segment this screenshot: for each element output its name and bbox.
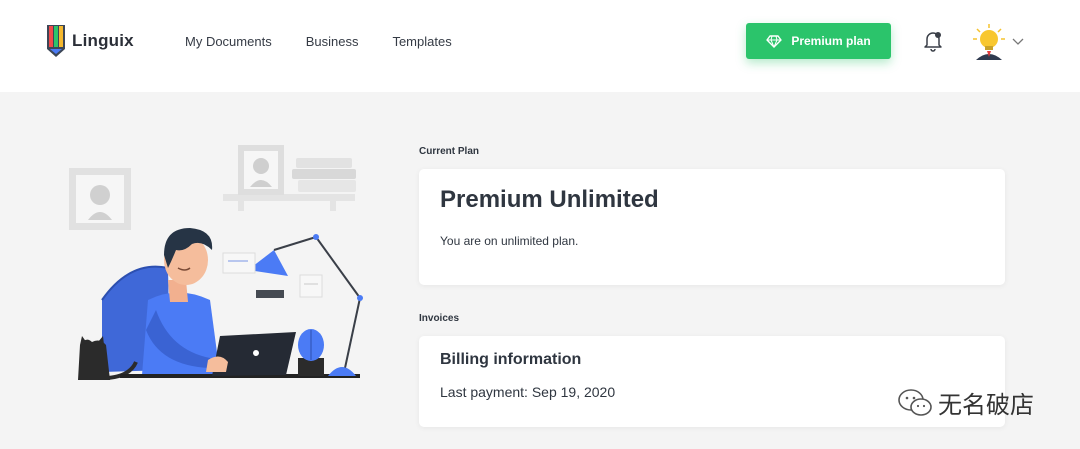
bell-icon[interactable] <box>923 30 943 52</box>
diamond-icon <box>766 34 783 48</box>
watermark: 无名破店 <box>898 385 1034 420</box>
nav-business[interactable]: Business <box>306 34 359 49</box>
premium-plan-label: Premium plan <box>791 34 871 48</box>
invoices-label: Invoices <box>419 313 460 324</box>
workspace-illustration <box>69 145 363 380</box>
current-plan-label: Current Plan <box>419 146 480 157</box>
user-avatar[interactable] <box>973 24 1005 60</box>
premium-plan-button[interactable]: Premium plan <box>746 23 891 59</box>
top-bar: Linguix My Documents Business Templates … <box>0 0 1080 92</box>
current-plan-card: Premium Unlimited You are on unlimited p… <box>419 169 1005 285</box>
app-logo[interactable]: Linguix <box>46 24 134 58</box>
nav-templates[interactable]: Templates <box>392 34 451 49</box>
plan-title: Premium Unlimited <box>440 186 659 213</box>
last-payment-text: Last payment: Sep 19, 2020 <box>440 384 616 400</box>
plan-description: You are on unlimited plan. <box>440 234 579 248</box>
main-nav: My Documents Business Templates <box>185 34 486 49</box>
wechat-icon <box>898 388 932 416</box>
chevron-down-icon[interactable] <box>1012 36 1024 46</box>
app-name: Linguix <box>72 31 134 50</box>
logo-icon <box>47 25 65 57</box>
watermark-text: 无名破店 <box>938 391 1034 419</box>
billing-title: Billing information <box>440 351 582 368</box>
nav-my-documents[interactable]: My Documents <box>185 34 272 49</box>
